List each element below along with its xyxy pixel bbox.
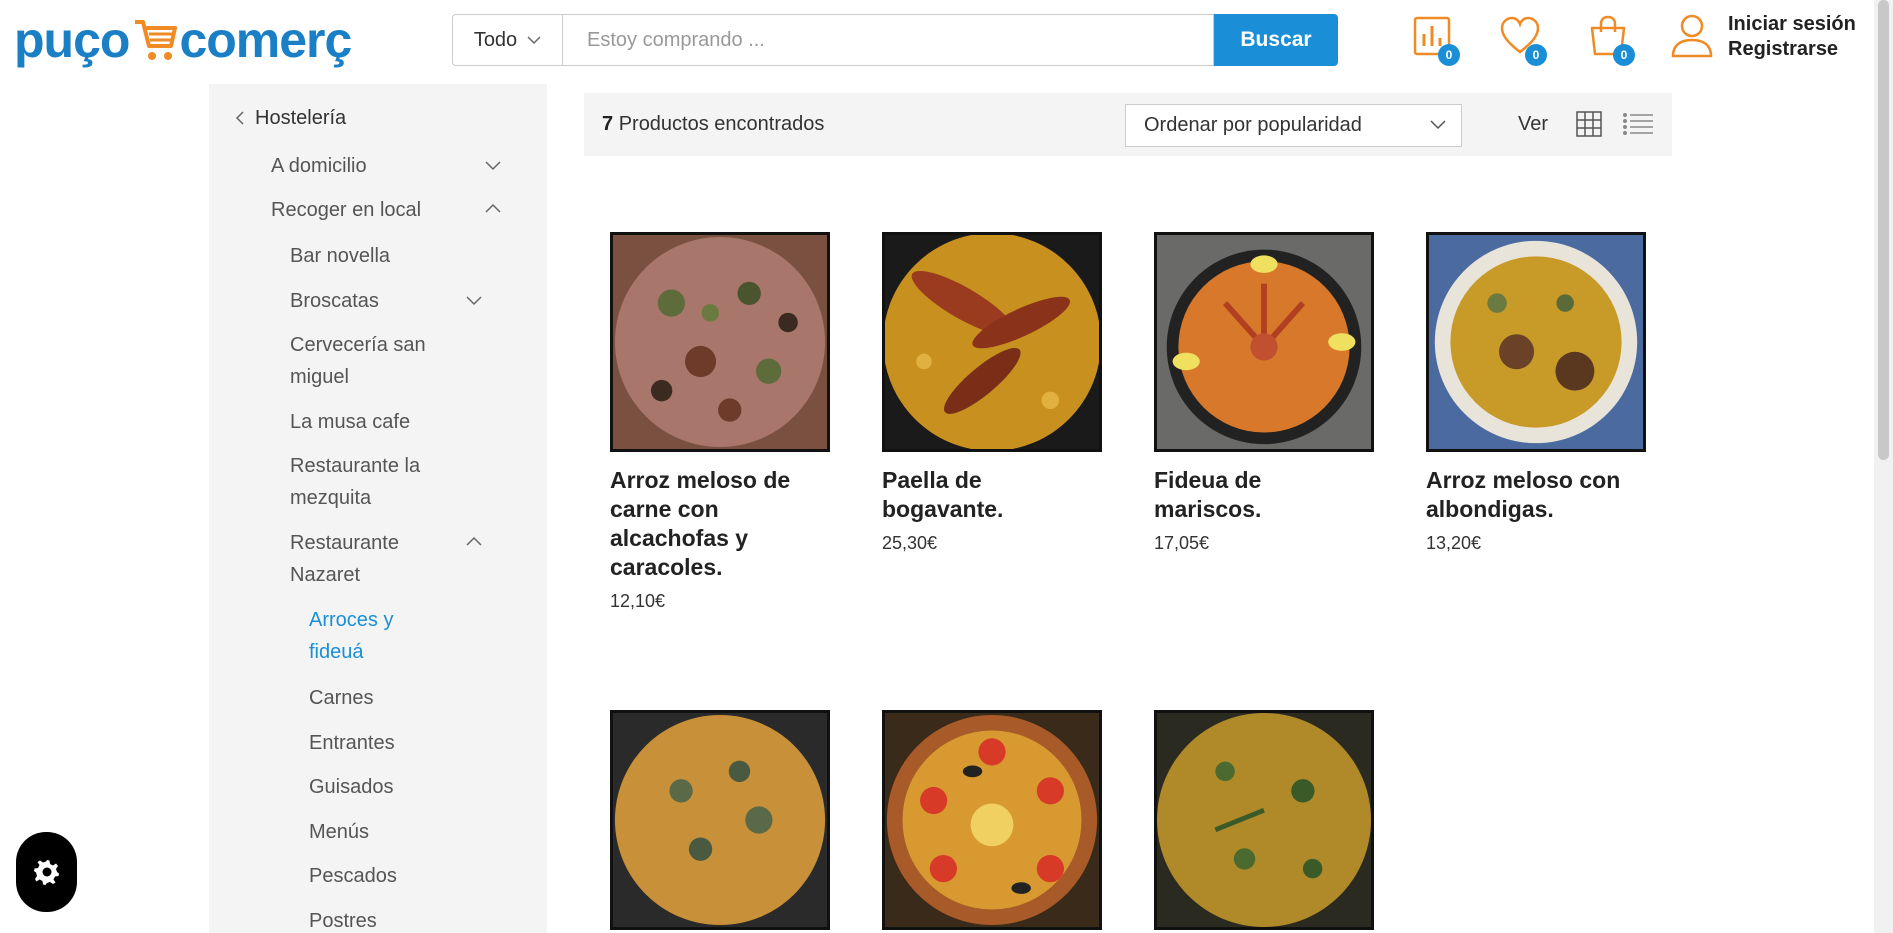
chevron-left-icon: [235, 111, 244, 125]
results-count: 7 Productos encontrados: [602, 113, 824, 136]
chevron-down-icon[interactable]: [484, 160, 502, 172]
sidebar-item-menus[interactable]: Menús: [309, 816, 369, 848]
sidebar-item-entrantes[interactable]: Entrantes: [309, 727, 395, 759]
sidebar-item-recoger-en-local[interactable]: Recoger en local: [271, 194, 421, 226]
chevron-up-icon[interactable]: [484, 202, 502, 214]
search-category-label: Todo: [473, 28, 518, 51]
category-sidebar: Hostelería A domicilio Recoger en local …: [209, 84, 547, 933]
sidebar-item-bar-novella[interactable]: Bar novella: [290, 240, 390, 272]
sidebar-item-la-musa-cafe[interactable]: La musa cafe: [290, 406, 410, 438]
product-card[interactable]: Paella de bogavante. 25,30€: [882, 232, 1102, 554]
sidebar-item-broscatas[interactable]: Broscatas: [290, 285, 379, 317]
product-card[interactable]: Arroz meloso con albondigas. 13,20€: [1426, 232, 1646, 554]
product-price: 17,05€: [1154, 533, 1210, 553]
sidebar-item-carnes[interactable]: Carnes: [309, 682, 373, 714]
compare-button[interactable]: 0: [1412, 14, 1460, 66]
sidebar-item-arroces-y-fideua[interactable]: Arroces y fideuá: [309, 604, 429, 668]
logo-text-right: comerç: [179, 12, 352, 68]
sidebar-item-postres[interactable]: Postres: [309, 905, 377, 933]
product-card[interactable]: [1154, 710, 1374, 933]
product-image[interactable]: [1154, 232, 1374, 452]
product-name[interactable]: Fideua de mariscos.: [1154, 466, 1374, 524]
login-link[interactable]: Iniciar sesión: [1728, 12, 1856, 37]
sidebar-item-guisados[interactable]: Guisados: [309, 771, 394, 803]
sidebar-item-pescados[interactable]: Pescados: [309, 860, 397, 892]
chevron-up-icon[interactable]: [465, 535, 483, 547]
product-image[interactable]: [1426, 232, 1646, 452]
sidebar-item-a-domicilio[interactable]: A domicilio: [271, 150, 367, 182]
product-card[interactable]: [610, 710, 830, 933]
wishlist-count-badge: 0: [1525, 44, 1547, 66]
register-link[interactable]: Registrarse: [1728, 37, 1856, 62]
chevron-down-icon: [1430, 120, 1446, 130]
sidebar-item-restaurante-nazaret[interactable]: Restaurante Nazaret: [290, 527, 440, 591]
cart-count-badge: 0: [1613, 44, 1635, 66]
compare-count-badge: 0: [1438, 44, 1460, 66]
product-image[interactable]: [1154, 710, 1374, 930]
page-scrollbar[interactable]: [1874, 0, 1893, 933]
sidebar-item-cerveceria-san-miguel[interactable]: Cervecería san miguel: [290, 329, 440, 393]
product-price: 12,10€: [610, 591, 666, 611]
product-image[interactable]: [882, 232, 1102, 452]
account-menu[interactable]: Iniciar sesión Registrarse: [1670, 12, 1856, 62]
product-image[interactable]: [610, 232, 830, 452]
product-image[interactable]: [610, 710, 830, 930]
search-category-select[interactable]: Todo: [452, 14, 562, 66]
search-input[interactable]: [562, 14, 1214, 66]
list-view-icon[interactable]: [1622, 111, 1654, 137]
product-card[interactable]: Fideua de mariscos. 17,05€: [1154, 232, 1374, 554]
cart-logo-icon: [135, 20, 178, 60]
gear-icon: [33, 860, 59, 885]
settings-button[interactable]: [16, 832, 77, 912]
results-count-label: Productos encontrados: [618, 113, 825, 135]
user-icon: [1671, 14, 1713, 58]
product-name[interactable]: Paella de bogavante.: [882, 466, 1102, 524]
cart-button[interactable]: 0: [1587, 14, 1635, 66]
product-card[interactable]: Arroz meloso de carne con alcachofas y c…: [610, 232, 830, 612]
chevron-down-icon: [527, 36, 541, 45]
wishlist-button[interactable]: 0: [1499, 14, 1547, 66]
sidebar-back-link[interactable]: Hostelería: [255, 102, 346, 134]
scrollbar-thumb[interactable]: [1878, 0, 1889, 460]
product-image[interactable]: [882, 710, 1102, 930]
product-card[interactable]: [882, 710, 1102, 933]
sort-select[interactable]: Ordenar por popularidad: [1125, 104, 1462, 147]
product-price: 25,30€: [882, 533, 938, 553]
logo-text-left: puço: [14, 12, 130, 68]
results-count-number: 7: [602, 113, 614, 135]
search-button[interactable]: Buscar: [1214, 14, 1338, 66]
grid-view-icon[interactable]: [1576, 111, 1602, 137]
view-label: Ver: [1518, 113, 1549, 135]
chevron-down-icon[interactable]: [465, 295, 483, 307]
search-bar: Todo Buscar: [452, 14, 1338, 66]
product-price: 13,20€: [1426, 533, 1482, 553]
results-toolbar: 7 Productos encontrados Ordenar por popu…: [584, 93, 1672, 156]
site-logo[interactable]: puço comerç: [14, 10, 352, 70]
header: puço comerç Todo Buscar 0 0: [0, 0, 1893, 84]
product-name[interactable]: Arroz meloso de carne con alcachofas y c…: [610, 466, 830, 582]
sidebar-item-restaurante-la-mezquita[interactable]: Restaurante la mezquita: [290, 450, 440, 514]
sort-select-value: Ordenar por popularidad: [1144, 114, 1362, 136]
product-name[interactable]: Arroz meloso con albondigas.: [1426, 466, 1646, 524]
